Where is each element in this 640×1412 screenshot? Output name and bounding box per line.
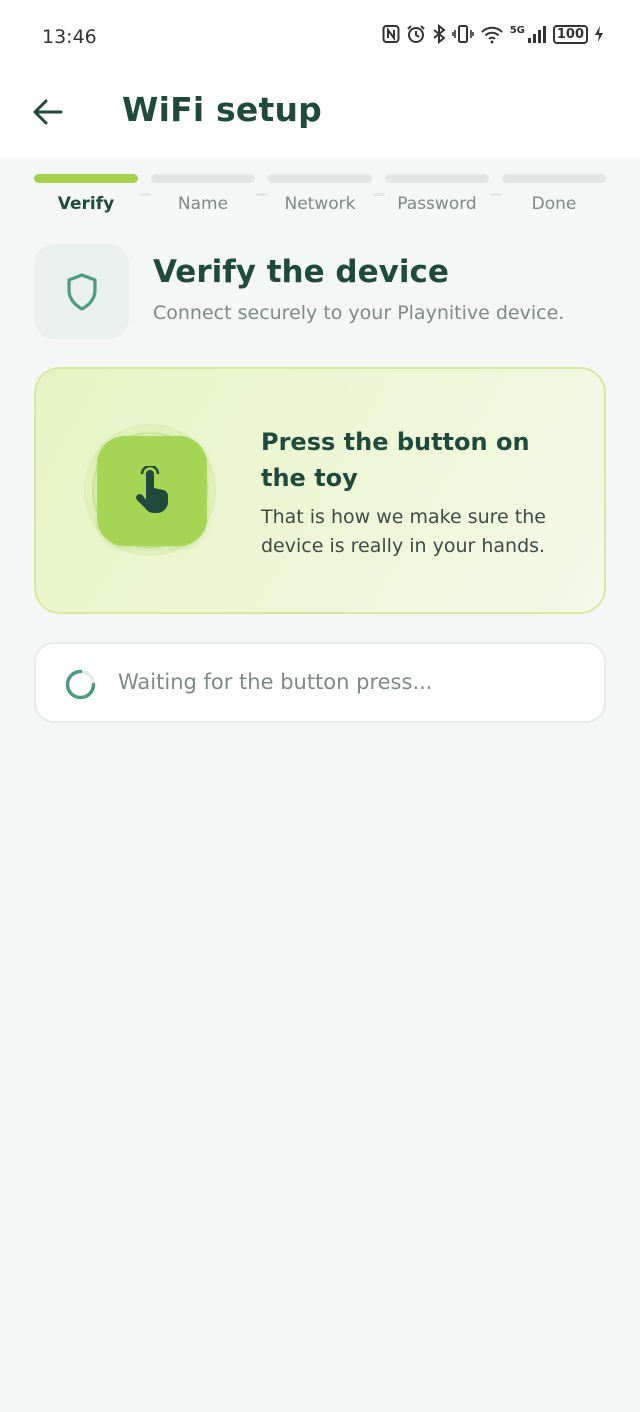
step-progress-bar xyxy=(502,174,606,183)
alarm-icon xyxy=(406,25,425,43)
press-card-text: That is how we make sure the device is r… xyxy=(261,506,546,557)
status-icons: 5G 100 xyxy=(382,24,604,44)
nfc-icon xyxy=(382,25,400,43)
step-progress-bar xyxy=(34,174,138,183)
step-separator xyxy=(256,193,268,196)
step-password[interactable]: Password xyxy=(385,172,489,220)
step-done[interactable]: Done xyxy=(502,172,606,220)
status-bar: 13:46 5G 100 xyxy=(0,0,640,72)
stepper: Verify Name Network Password Done xyxy=(34,172,606,220)
shield-tile xyxy=(34,244,129,339)
step-label: Password xyxy=(397,194,477,214)
section-subtitle: Connect securely to your Playnitive devi… xyxy=(153,302,565,324)
status-time: 13:46 xyxy=(42,26,97,48)
step-label: Verify xyxy=(57,194,115,214)
step-progress-bar xyxy=(151,174,255,183)
step-label: Done xyxy=(531,194,577,214)
network-type: 5G xyxy=(509,24,525,36)
bluetooth-icon xyxy=(433,24,446,44)
step-name[interactable]: Name xyxy=(151,172,255,220)
step-progress-bar xyxy=(268,174,372,183)
signal-icon xyxy=(527,26,546,43)
step-separator xyxy=(490,193,502,196)
step-separator xyxy=(373,193,385,196)
hand-pointer-icon xyxy=(136,466,168,513)
step-separator xyxy=(139,193,151,196)
press-card-title: Press the button on the toy xyxy=(261,428,530,492)
step-label: Network xyxy=(284,194,356,214)
shield-icon xyxy=(66,272,97,311)
waiting-status-text: Waiting for the button press... xyxy=(118,670,433,694)
battery-icon: 100 xyxy=(552,24,588,44)
charging-icon xyxy=(595,26,603,42)
step-progress-bar xyxy=(385,174,489,183)
section-header: Verify the device Connect securely to yo… xyxy=(34,244,606,340)
waiting-status-card: Waiting for the button press... xyxy=(34,642,606,723)
step-verify[interactable]: Verify xyxy=(34,172,138,220)
page-title: WiFi setup xyxy=(122,90,322,129)
back-button[interactable] xyxy=(26,90,70,134)
step-label: Name xyxy=(177,194,229,214)
spinner-icon xyxy=(65,669,96,700)
step-network[interactable]: Network xyxy=(268,172,372,220)
battery-level: 100 xyxy=(556,26,584,42)
vibrate-icon xyxy=(451,25,474,43)
section-title: Verify the device xyxy=(153,254,449,290)
app-bar: WiFi setup xyxy=(0,72,640,158)
press-button-card: Press the button on the toy That is how … xyxy=(34,367,606,614)
press-button-illustration xyxy=(97,436,207,546)
wifi-icon xyxy=(480,26,503,44)
arrow-left-icon xyxy=(33,99,63,125)
